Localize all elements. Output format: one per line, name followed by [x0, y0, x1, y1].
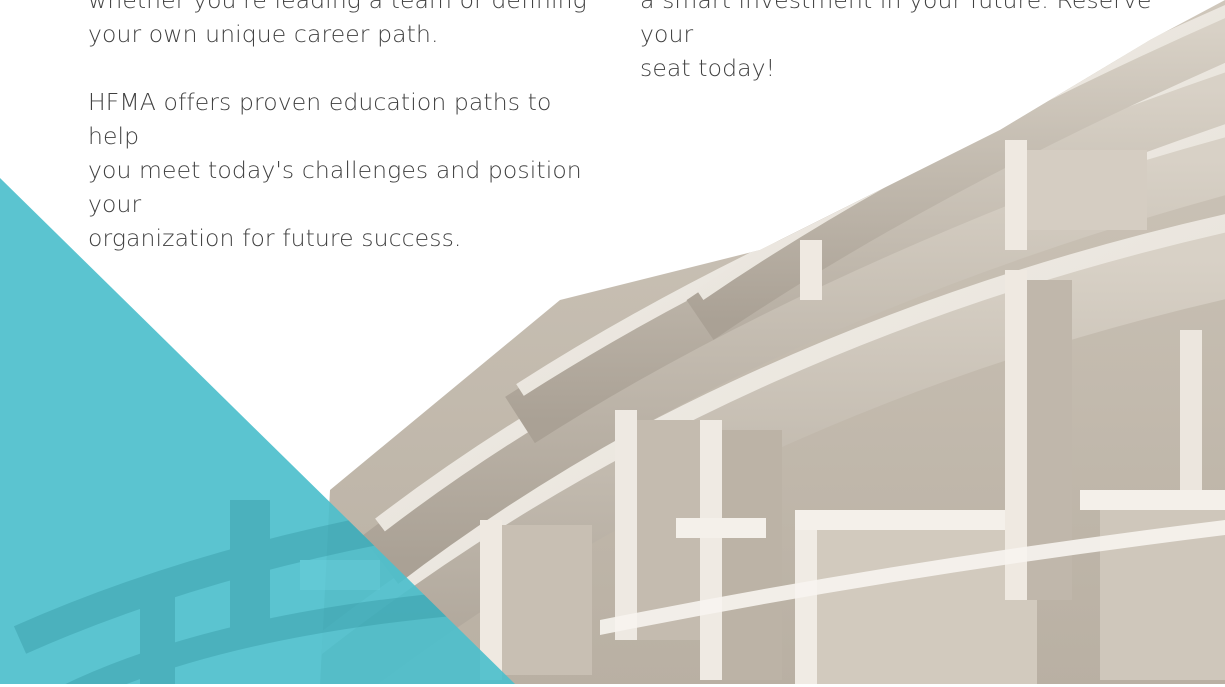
body-line: you meet today's challenges and position… [88, 156, 582, 218]
page: whether you're leading a team or definin… [0, 0, 1225, 687]
body-line: HFMA offers proven education paths to he… [88, 88, 552, 150]
body-line: your own unique career path. [88, 20, 439, 48]
right-text-column: a smart investment in your future. Reser… [640, 0, 1160, 85]
left-text-column: whether you're leading a team or definin… [88, 0, 608, 255]
body-line: organization for future success. [88, 224, 462, 252]
body-line: a smart investment in your future. Reser… [640, 0, 1152, 48]
body-line: seat today! [640, 54, 776, 82]
body-line: whether you're leading a team or definin… [88, 0, 587, 14]
